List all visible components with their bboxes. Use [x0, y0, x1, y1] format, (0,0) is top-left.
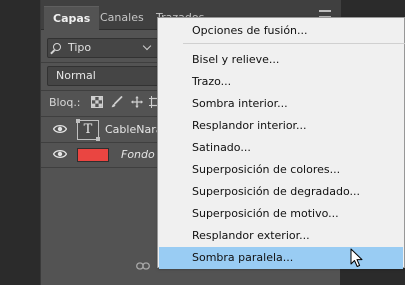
text-layer-thumbnail: T: [76, 119, 100, 141]
menu-item-inner-shadow[interactable]: Sombra interior...: [159, 93, 403, 115]
menu-item-inner-glow[interactable]: Resplandor interior...: [159, 115, 403, 137]
menu-item-outer-glow[interactable]: Resplandor exterior...: [159, 225, 403, 247]
blend-mode-select[interactable]: Normal: [47, 66, 159, 86]
menu-item-blending-options[interactable]: Opciones de fusión...: [159, 20, 403, 42]
screen: Capas Canales Trazados Tipo Normal Bloq.…: [0, 0, 405, 285]
lock-transparency-icon[interactable]: [91, 96, 103, 108]
layer-filter-select[interactable]: Tipo: [47, 38, 159, 58]
menu-item-gradient-overlay[interactable]: Superposición de degradado...: [159, 181, 403, 203]
visibility-eye-icon[interactable]: [53, 124, 67, 134]
layer-name[interactable]: Fondo: [121, 148, 155, 161]
menu-item-stroke[interactable]: Trazo...: [159, 71, 403, 93]
lock-pixels-brush-icon[interactable]: [111, 96, 123, 108]
chevron-down-icon: [142, 41, 152, 51]
filter-label: Tipo: [68, 41, 92, 54]
link-icon[interactable]: [136, 261, 150, 271]
menu-item-bevel-emboss[interactable]: Bisel y relieve...: [159, 49, 403, 71]
lock-position-move-icon[interactable]: [131, 96, 143, 108]
lock-label: Bloq.:: [49, 96, 81, 109]
blend-mode-value: Normal: [56, 69, 96, 82]
mouse-pointer-icon: [350, 248, 363, 267]
tab-canales[interactable]: Canales: [91, 6, 153, 30]
menu-item-drop-shadow[interactable]: Sombra paralela...: [159, 247, 403, 269]
menu-separator: [183, 43, 405, 44]
background-layer-thumbnail: [77, 148, 109, 162]
search-icon: [53, 43, 61, 51]
visibility-eye-icon[interactable]: [53, 149, 67, 159]
menu-item-pattern-overlay[interactable]: Superposición de motivo...: [159, 203, 403, 225]
layer-style-context-menu: Opciones de fusión... Bisel y relieve...…: [157, 17, 405, 269]
menu-item-satin[interactable]: Satinado...: [159, 137, 403, 159]
menu-item-color-overlay[interactable]: Superposición de colores...: [159, 159, 403, 181]
